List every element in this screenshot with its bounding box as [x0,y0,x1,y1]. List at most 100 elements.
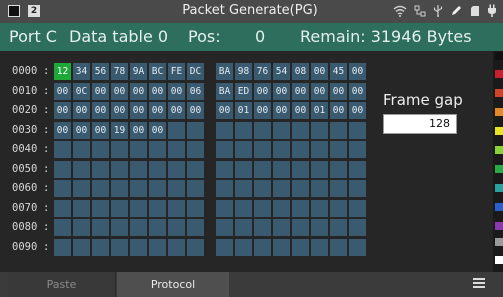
hex-cell[interactable]: 00 [273,82,290,100]
menu-icon[interactable] [473,278,485,291]
hex-cell[interactable]: 00 [73,102,90,119]
hex-cell[interactable] [330,141,347,158]
hex-cell[interactable] [187,180,204,197]
hex-cell[interactable] [273,160,290,178]
hex-cell[interactable] [311,199,328,217]
hex-cell[interactable]: 34 [73,63,90,80]
hex-cell[interactable] [130,180,147,197]
hex-cell[interactable] [149,141,166,158]
hex-cell[interactable] [330,238,347,256]
hex-cell[interactable] [168,199,185,217]
hex-cell[interactable]: 00 [216,102,233,119]
hex-cell[interactable] [349,219,366,236]
hex-cell[interactable] [54,238,71,256]
palette-swatch[interactable] [495,127,503,135]
hex-cell[interactable] [330,199,347,217]
hex-cell[interactable] [92,180,109,197]
hex-cell[interactable] [130,219,147,236]
hex-cell[interactable]: 76 [254,63,271,80]
hex-cell[interactable]: 00 [130,82,147,100]
hex-cell[interactable] [73,180,90,197]
hex-cell[interactable] [168,238,185,256]
hex-cell[interactable] [311,141,328,158]
hex-cell[interactable]: 00 [349,63,366,80]
hex-cell[interactable] [111,199,128,217]
hex-cell[interactable] [54,199,71,217]
hex-cell[interactable]: 00 [111,82,128,100]
hex-cell[interactable] [254,121,271,139]
hex-cell[interactable]: 08 [292,63,309,80]
hex-cell[interactable]: BC [149,63,166,80]
hex-cell[interactable]: 00 [54,102,71,119]
palette-swatch[interactable] [495,108,503,116]
hex-cell[interactable] [235,141,252,158]
hex-cell[interactable] [111,180,128,197]
hex-cell[interactable] [292,160,309,178]
hex-cell[interactable] [254,219,271,236]
hex-cell[interactable] [349,180,366,197]
hex-cell[interactable]: 00 [311,82,328,100]
frame-gap-input[interactable]: 128 [383,114,457,134]
hex-cell[interactable] [130,141,147,158]
hex-cell[interactable] [235,199,252,217]
hex-cell[interactable] [216,180,233,197]
hex-cell[interactable]: ED [235,82,252,100]
palette-swatch[interactable] [495,70,503,78]
hex-cell[interactable] [111,238,128,256]
hex-cell[interactable]: 00 [149,121,166,139]
hex-cell[interactable] [54,141,71,158]
hex-cell[interactable] [235,160,252,178]
hex-cell[interactable]: 00 [130,121,147,139]
hex-cell[interactable] [73,219,90,236]
hex-cell[interactable]: 00 [73,121,90,139]
hex-cell[interactable] [216,238,233,256]
palette-swatch[interactable] [495,184,503,192]
hex-cell[interactable] [311,219,328,236]
hex-cell[interactable] [111,160,128,178]
hex-cell[interactable] [73,160,90,178]
hex-cell[interactable] [273,141,290,158]
hex-cell[interactable] [254,199,271,217]
hex-cell[interactable] [254,160,271,178]
hex-cell[interactable] [168,160,185,178]
hex-cell[interactable]: 01 [311,102,328,119]
hex-cell[interactable] [73,141,90,158]
palette-swatch[interactable] [495,203,503,211]
hex-cell[interactable]: 9A [130,63,147,80]
hex-cell[interactable] [130,199,147,217]
hex-cell[interactable] [168,121,185,139]
hex-cell[interactable]: 00 [349,82,366,100]
hex-cell[interactable] [349,121,366,139]
hex-cell[interactable] [149,199,166,217]
hex-cell[interactable] [292,199,309,217]
hex-cell[interactable]: 00 [330,82,347,100]
hex-cell[interactable] [54,180,71,197]
hex-cell[interactable]: 00 [254,82,271,100]
hex-cell[interactable]: 00 [149,102,166,119]
hex-cell[interactable] [149,219,166,236]
hex-cell[interactable]: 00 [168,102,185,119]
hex-cell[interactable] [216,121,233,139]
hex-cell[interactable]: 19 [111,121,128,139]
hex-cell[interactable] [273,121,290,139]
hex-cell[interactable] [349,160,366,178]
hex-cell[interactable]: 00 [149,82,166,100]
hex-cell[interactable]: 01 [235,102,252,119]
hex-cell[interactable] [311,160,328,178]
hex-cell[interactable] [235,121,252,139]
hex-cell[interactable] [216,141,233,158]
hex-cell[interactable] [149,160,166,178]
hex-cell[interactable] [292,219,309,236]
hex-cell[interactable]: 45 [330,63,347,80]
hex-cell[interactable]: 00 [311,63,328,80]
hex-cell[interactable] [92,141,109,158]
hex-cell[interactable] [168,141,185,158]
hex-cell[interactable] [349,238,366,256]
hex-cell[interactable]: 56 [92,63,109,80]
hex-cell[interactable] [73,238,90,256]
hex-cell[interactable] [292,180,309,197]
hex-cell[interactable] [92,199,109,217]
protocol-button[interactable]: Protocol [117,272,229,297]
hex-cell[interactable] [216,219,233,236]
hex-cell[interactable] [273,199,290,217]
